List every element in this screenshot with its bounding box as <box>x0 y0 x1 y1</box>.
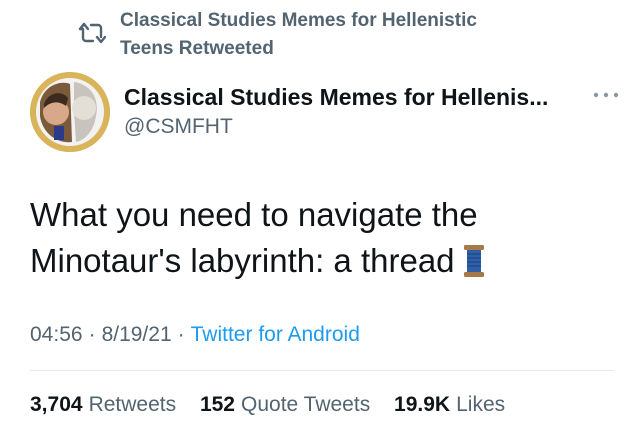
tweet-time[interactable]: 04:56 <box>30 323 83 346</box>
user-handle[interactable]: @CSMFHT <box>124 114 233 140</box>
likes-label: Likes <box>456 393 506 416</box>
author-row: Classical Studies Memes for Hellenis... … <box>30 72 620 160</box>
meta-separator: · <box>88 323 96 346</box>
spool-of-thread-icon <box>463 245 484 277</box>
tweet-meta: 04:56 · 8/19/21 · Twitter for Android <box>30 320 360 350</box>
tweet-text-line2: Minotaur's labyrinth: a thread <box>30 242 455 279</box>
retweets-count: 3,704 <box>30 393 83 416</box>
retweet-label-line1: Classical Studies Memes for Hellenistic <box>120 10 477 31</box>
tweet-stats: 3,704 Retweets 152 Quote Tweets 19.9K Likes <box>30 390 523 420</box>
retweet-label-line2: Teens Retweeted <box>120 38 274 59</box>
tweet-text: What you need to navigate the Minotaur's… <box>30 192 590 284</box>
retweets-label: Retweets <box>88 393 177 416</box>
quote-tweets-stat[interactable]: 152 Quote Tweets <box>200 393 370 416</box>
retweet-header[interactable]: Classical Studies Memes for Hellenistic … <box>78 7 477 63</box>
display-name[interactable]: Classical Studies Memes for Hellenis... <box>124 83 548 111</box>
meta-separator: · <box>177 323 185 346</box>
tweet-source-link[interactable]: Twitter for Android <box>191 323 360 346</box>
avatar-image <box>30 72 110 152</box>
retweet-label: Classical Studies Memes for Hellenistic … <box>120 7 477 63</box>
tweet-date[interactable]: 8/19/21 <box>102 323 172 346</box>
quote-tweets-count: 152 <box>199 393 235 416</box>
tweet-text-line1: What you need to navigate the <box>30 196 478 233</box>
tweet-text-line2-wrap: Minotaur's labyrinth: a thread <box>30 238 590 284</box>
avatar[interactable] <box>30 72 110 152</box>
more-icon[interactable] <box>592 90 620 100</box>
divider <box>30 370 614 371</box>
retweet-icon <box>78 22 106 44</box>
likes-stat[interactable]: 19.9K Likes <box>394 393 505 416</box>
retweets-stat[interactable]: 3,704 Retweets <box>30 393 176 416</box>
quote-tweets-label: Quote Tweets <box>241 393 371 416</box>
likes-count: 19.9K <box>394 393 451 416</box>
